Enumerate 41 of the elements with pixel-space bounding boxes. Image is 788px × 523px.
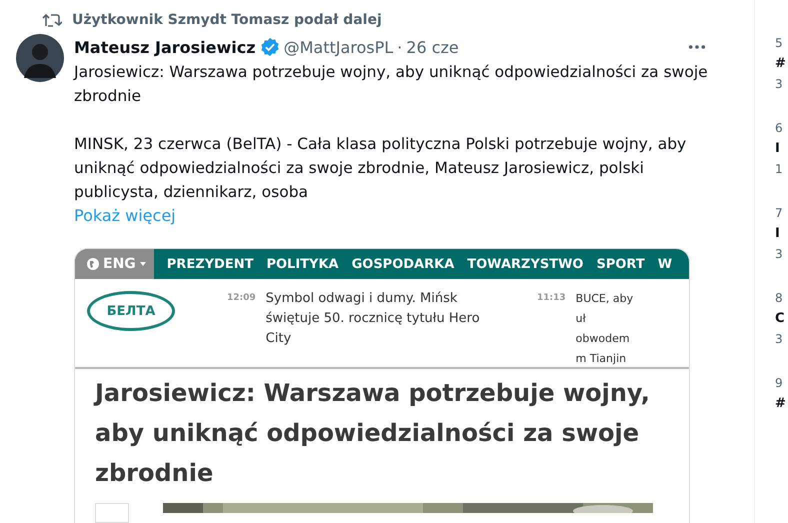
news-title[interactable]: BUCE, aby uł obwodem m Tianjin (576, 289, 637, 367)
caret-icon (140, 262, 146, 266)
belta-logo: БЕЛТА (87, 291, 175, 331)
trend-count: 3 (775, 77, 783, 91)
avatar[interactable] (16, 34, 64, 82)
trend-rank: 7 (775, 206, 783, 220)
trend-name[interactable]: # (775, 56, 783, 71)
repost-icon (42, 12, 62, 28)
author-name[interactable]: Mateusz Jarosiewicz (74, 38, 256, 56)
trend-name[interactable]: I (775, 141, 783, 156)
trend-rank: 8 (775, 291, 783, 305)
trend-count: 3 (775, 332, 783, 346)
trend-name[interactable]: # (775, 396, 783, 411)
trend-rank: 9 (775, 376, 783, 390)
nav-link[interactable]: W (658, 256, 672, 272)
news-time: 12:09 (227, 293, 256, 305)
language-selector[interactable]: ENG (75, 249, 154, 279)
nav-link[interactable]: POLITYKA (266, 256, 339, 272)
news-time: 11:13 (537, 293, 566, 305)
trend-count: 3 (775, 247, 783, 261)
nav-link[interactable]: TOWARZYSTWO (467, 256, 584, 272)
post-date[interactable]: 26 cze (406, 38, 459, 56)
nav-link[interactable]: PREZYDENT (166, 256, 254, 272)
separator-dot: · (397, 38, 402, 56)
article-headline: Jarosiewicz: Warszawa potrzebuje wojny, aby uniknąć odpowiedzialności za swoje zbrodnie (95, 378, 651, 489)
trend-name[interactable]: I (775, 226, 783, 241)
more-icon[interactable] (688, 44, 706, 50)
nav-link[interactable]: GOSPODARKA (352, 256, 454, 272)
nav-link[interactable]: SPORT (596, 256, 645, 272)
trend-rank: 6 (775, 121, 783, 135)
author-handle[interactable]: @MattJarosPL (284, 38, 394, 56)
repost-header[interactable]: Użytkownik Szmydt Tomasz podał dalej (72, 12, 382, 28)
tweet-text: MINSK, 23 czerwca (BelTA) - Cała klasa polityczna Polski potrzebuje wojny, aby uniknąć odpowiedzialności za swoje zbrodnie, Mateusz Jarosiewicz, polski publicysta, dziennikarz, osoba (74, 134, 688, 203)
trend-name[interactable]: C (775, 311, 783, 326)
tweet-text: Jarosiewicz: Warszawa potrzebuje wojny, aby uniknąć odpowiedzialności za swoje zbrodnie (74, 62, 709, 107)
globe-icon (87, 258, 99, 270)
news-title[interactable]: Symbol odwagi i dumy. Mińsk świętuje 50. rocznicę tytułu Hero City (266, 289, 496, 367)
trend-count: 1 (775, 162, 783, 176)
trend-rank: 5 (775, 36, 783, 50)
language-label: ENG (103, 256, 136, 272)
embedded-screenshot[interactable] (74, 248, 690, 523)
